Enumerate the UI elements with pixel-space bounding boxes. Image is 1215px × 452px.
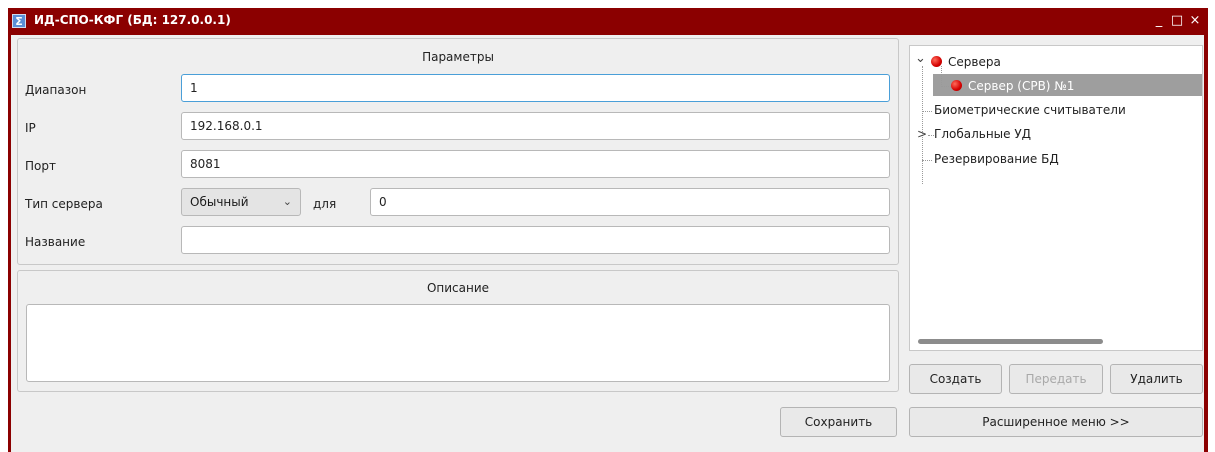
name-input[interactable] (181, 226, 890, 254)
save-button[interactable]: Сохранить (780, 407, 897, 437)
port-input[interactable] (181, 150, 890, 178)
transfer-button[interactable]: Передать (1009, 364, 1103, 394)
tree-connector (941, 66, 942, 87)
title-bar[interactable]: Σ ИД-СПО-КФГ (БД: 127.0.0.1) _ □ × (8, 8, 1208, 34)
delete-button[interactable]: Удалить (1110, 364, 1203, 394)
for-input[interactable] (370, 188, 890, 216)
name-label: Название (25, 235, 86, 249)
tree-item-servers[interactable]: Сервера (931, 55, 1001, 69)
server-type-label: Тип сервера (25, 197, 103, 211)
description-title: Описание (426, 281, 490, 295)
servers-tree[interactable]: ⌄ Сервера Сервер (СРВ) №1 Биометрические… (909, 45, 1203, 351)
description-group: Описание (17, 270, 899, 392)
tree-item-biometric[interactable]: Биометрические считыватели (934, 103, 1126, 117)
tree-connector (941, 86, 951, 87)
parameters-title: Параметры (422, 50, 494, 64)
maximize-icon[interactable]: □ (1168, 12, 1186, 30)
tree-item-servers-label: Сервера (948, 55, 1001, 69)
chevron-down-icon: ⌄ (282, 195, 292, 208)
create-button[interactable]: Создать (909, 364, 1002, 394)
parameters-group: Параметры Диапазон IP Порт Тип сервера О… (17, 38, 899, 265)
description-textarea[interactable] (26, 304, 890, 382)
tree-item-global[interactable]: Глобальные УД (934, 127, 1031, 141)
tree-connector (922, 160, 932, 161)
client-area: Параметры Диапазон IP Порт Тип сервера О… (11, 35, 1204, 452)
app-window: Σ ИД-СПО-КФГ (БД: 127.0.0.1) _ □ × Парам… (8, 8, 1208, 452)
minimize-icon[interactable]: _ (1150, 12, 1168, 30)
tree-connector (922, 66, 923, 184)
extended-menu-button[interactable]: Расширенное меню >> (909, 407, 1203, 437)
range-label: Диапазон (25, 83, 87, 97)
app-sigma-icon: Σ (12, 14, 26, 28)
range-input[interactable] (181, 74, 890, 102)
expand-closed-icon[interactable]: > (917, 127, 927, 141)
close-icon[interactable]: × (1186, 12, 1204, 30)
server-type-value: Обычный (190, 195, 249, 209)
server-status-icon (931, 56, 942, 67)
expand-open-icon[interactable]: ⌄ (915, 51, 926, 66)
tree-item-server-1[interactable]: Сервер (СРВ) №1 (951, 79, 1074, 93)
window-title: ИД-СПО-КФГ (БД: 127.0.0.1) (34, 13, 231, 27)
port-label: Порт (25, 159, 56, 173)
ip-label: IP (25, 121, 36, 135)
server-status-icon (951, 80, 962, 91)
ip-input[interactable] (181, 112, 890, 140)
tree-item-backup[interactable]: Резервирование БД (934, 152, 1059, 166)
server-type-select[interactable]: Обычный ⌄ (181, 188, 301, 216)
tree-item-server-1-label: Сервер (СРВ) №1 (968, 79, 1075, 93)
for-label: для (313, 197, 337, 211)
horizontal-scrollbar[interactable] (918, 339, 1103, 344)
tree-connector (922, 111, 932, 112)
